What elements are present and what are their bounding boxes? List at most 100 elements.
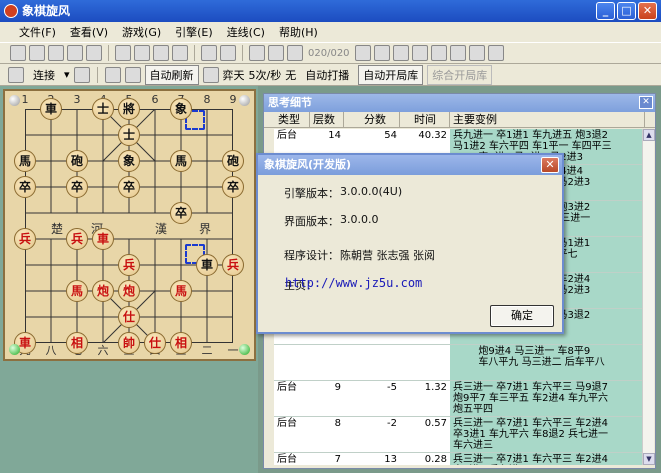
save-icon[interactable] [48, 45, 64, 61]
col-score[interactable]: 分数 [344, 112, 400, 127]
cell-var: 兵三进一 卒7进1 车六平三 车2进4 卒3进1 兵七进一 [450, 453, 645, 465]
auto-open-lib-button[interactable]: 自动开局库 [358, 64, 424, 85]
title-bar: 象棋旋风 _ □ ✕ [0, 0, 661, 22]
exit-icon[interactable] [220, 45, 236, 61]
table-row[interactable]: 后台 9 -5 1.32 兵三进一 卒7进1 车六平三 马9退7 炮9平7 车三平五 车… [274, 381, 645, 417]
piece-black[interactable]: 象 [118, 150, 140, 172]
table-row[interactable]: 后台7130.28兵三进一 卒7进1 车六平三 车2进4 卒3进1 兵七进一 [274, 453, 645, 465]
paste-icon[interactable] [449, 45, 466, 61]
prev-page-icon[interactable] [268, 45, 284, 61]
homepage-link[interactable]: http://www.jz5u.com [285, 276, 422, 290]
piece-black[interactable]: 士 [118, 124, 140, 146]
scroll-down-icon[interactable]: ▼ [643, 453, 655, 465]
copy-icon[interactable] [430, 45, 447, 61]
maximize-button[interactable]: □ [617, 2, 636, 20]
cell-depth [310, 345, 344, 380]
clock-icon[interactable] [86, 45, 102, 61]
menu-engine[interactable]: 引擎(E) [168, 24, 220, 40]
piece-red[interactable]: 仕 [144, 332, 166, 354]
scroll-up-icon[interactable]: ▲ [643, 129, 655, 141]
piece-black[interactable]: 卒 [66, 176, 88, 198]
piece-red[interactable]: 帥 [118, 332, 140, 354]
detail-scrollbar[interactable]: ▲ ▼ [642, 129, 655, 465]
auto-tap-button[interactable]: 自动打播 [300, 64, 355, 85]
monitor-icon[interactable] [153, 45, 169, 61]
corner-dot [239, 95, 250, 106]
piece-red[interactable]: 兵 [66, 228, 88, 250]
search-icon[interactable] [172, 45, 188, 61]
board-black-icon[interactable] [134, 45, 150, 61]
piece-black[interactable]: 象 [170, 98, 192, 120]
piece-black[interactable]: 車 [196, 254, 218, 276]
magnify-icon[interactable] [124, 66, 141, 83]
piece-red[interactable]: 兵 [14, 228, 36, 250]
piece-black[interactable]: 車 [40, 98, 62, 120]
piece-black[interactable]: 卒 [14, 176, 36, 198]
col-variation[interactable]: 主要变例 [450, 112, 645, 127]
next-page-icon[interactable] [373, 45, 390, 61]
piece-black[interactable]: 砲 [222, 150, 244, 172]
board-red-icon[interactable] [115, 45, 131, 61]
cell-time: 1.32 [400, 381, 450, 416]
col-depth[interactable]: 层数 [310, 112, 344, 127]
export-icon[interactable] [487, 45, 504, 61]
chess-board[interactable]: 123456789 九八七六五四三二一 楚 河 漢 界 車士將象士馬砲象馬砲卒卒… [3, 89, 256, 361]
piece-red[interactable]: 相 [170, 332, 192, 354]
file-number: 3 [73, 93, 81, 106]
designer-label: 程序设计： [284, 249, 339, 262]
close-button[interactable]: ✕ [638, 2, 657, 20]
table-row[interactable]: 炮9进4 马三进一 车8平9 车八平九 马三进二 后车平八 [274, 345, 645, 381]
piece-black[interactable]: 卒 [118, 176, 140, 198]
next-move-icon[interactable] [354, 45, 371, 61]
piece-red[interactable]: 炮 [118, 280, 140, 302]
col-time[interactable]: 时间 [400, 112, 450, 127]
first-move-icon[interactable] [249, 45, 265, 61]
piece-black[interactable]: 砲 [66, 150, 88, 172]
piece-black[interactable]: 士 [92, 98, 114, 120]
menu-view[interactable]: 查看(V) [63, 24, 115, 40]
last-move-icon[interactable] [392, 45, 409, 61]
river-text-chu: 楚 [51, 222, 64, 236]
open-file-icon[interactable] [29, 45, 45, 61]
piece-red[interactable]: 兵 [118, 254, 140, 276]
analyze-icon[interactable] [411, 45, 428, 61]
connect-button[interactable]: 连接 [28, 64, 60, 85]
menu-file[interactable]: 文件(F) [12, 24, 63, 40]
river-text-jie: 界 [199, 222, 212, 236]
piece-black[interactable]: 將 [118, 98, 140, 120]
piece-red[interactable]: 馬 [170, 280, 192, 302]
refresh-icon[interactable] [202, 66, 219, 83]
minimize-button[interactable]: _ [596, 2, 615, 20]
about-close-icon[interactable]: ✕ [541, 157, 559, 173]
piece-red[interactable]: 相 [66, 332, 88, 354]
connect-icon[interactable] [8, 66, 24, 83]
library-icon[interactable] [468, 45, 485, 61]
col-type[interactable]: 类型 [264, 112, 310, 127]
ui-version-label: 界面版本： [284, 215, 339, 228]
menu-connect[interactable]: 连线(C) [220, 24, 272, 40]
engine-icon[interactable] [67, 45, 83, 61]
detail-close-icon[interactable]: ✕ [639, 96, 653, 109]
piece-red[interactable]: 炮 [92, 280, 114, 302]
piece-black[interactable]: 卒 [222, 176, 244, 198]
prev-move-icon[interactable] [287, 45, 303, 61]
piece-red[interactable]: 車 [92, 228, 114, 250]
separator [194, 45, 195, 61]
wrench-icon[interactable] [73, 66, 90, 83]
piece-red[interactable]: 馬 [66, 280, 88, 302]
menu-game[interactable]: 游戏(G) [115, 24, 168, 40]
shield-icon[interactable] [104, 66, 121, 83]
piece-red[interactable]: 仕 [118, 306, 140, 328]
ok-button[interactable]: 确定 [490, 305, 554, 327]
chevron-down-icon[interactable]: ▾ [64, 68, 70, 81]
piece-black[interactable]: 馬 [14, 150, 36, 172]
auto-refresh-button[interactable]: 自动刷新 [144, 64, 199, 85]
combine-lib-button[interactable]: 综合开局库 [427, 64, 493, 85]
menu-help[interactable]: 帮助(H) [272, 24, 325, 40]
piece-black[interactable]: 卒 [170, 202, 192, 224]
stop-icon[interactable] [201, 45, 217, 61]
piece-red[interactable]: 兵 [222, 254, 244, 276]
table-row[interactable]: 后台 8 -2 0.57 兵三进一 卒7进1 车六平三 车2进4 卒3进1 车九平六 车… [274, 417, 645, 453]
piece-black[interactable]: 馬 [170, 150, 192, 172]
new-file-icon[interactable] [10, 45, 26, 61]
